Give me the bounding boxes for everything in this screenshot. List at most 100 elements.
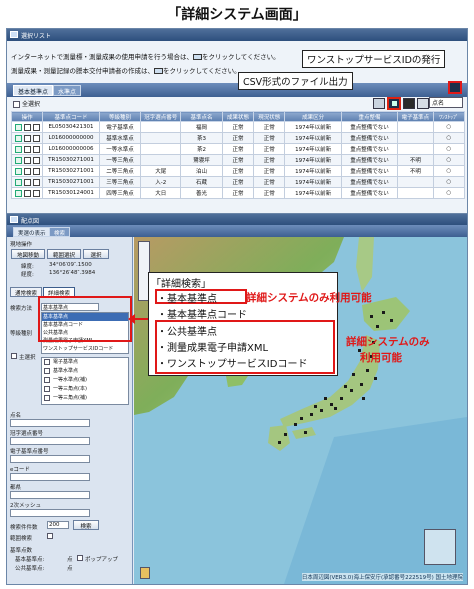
grade-item[interactable]: 一等三角点(補) [42,394,128,403]
row-check-icon[interactable] [14,167,22,175]
survey-point-marker[interactable] [300,417,303,420]
survey-point-marker[interactable] [366,369,369,372]
survey-point-marker[interactable] [304,431,307,434]
popup-checkbox[interactable] [77,555,83,561]
survey-point-marker[interactable] [382,311,385,314]
col-header[interactable]: 成果区分 [284,111,342,122]
range-select-button[interactable]: 範囲選択 [47,249,81,259]
survey-point-marker[interactable] [284,433,287,436]
ecode-input[interactable] [10,455,90,463]
survey-point-marker[interactable] [362,397,365,400]
row-doc-icon[interactable] [32,134,40,142]
dropdown-option[interactable]: ワンストップサービスIDコード [42,345,128,353]
csv-export-icon[interactable] [387,97,401,110]
col-header[interactable]: 操作 [10,111,44,122]
survey-point-marker[interactable] [350,389,353,392]
table-row[interactable]: TR15030271001 一等三角点 鷺寝坪 正常 正常 1974年以前新 重点整備でない… [10,154,466,166]
survey-point-marker[interactable] [320,409,323,412]
row-doc-icon[interactable] [32,189,40,197]
table-cell: 泊山 [180,165,223,177]
row-detail-icon[interactable] [23,123,31,131]
row-doc-icon[interactable] [32,145,40,153]
survey-point-marker[interactable] [344,385,347,388]
row-detail-icon[interactable] [23,145,31,153]
survey-point-marker[interactable] [310,413,313,416]
print-icon[interactable] [403,98,415,109]
info-line-1-text: インターネットで測量標・測量成果の使用申請を行う場合は、 [11,53,193,61]
xml-icon[interactable] [417,98,429,109]
row-detail-icon[interactable] [23,167,31,175]
mesh-input[interactable] [10,509,90,517]
table-row[interactable]: TR15030271001 二等三角点 大尾 泊山 正常 正常 1974年以前新 重点整備でな… [10,165,466,177]
row-check-icon[interactable] [14,189,22,197]
tab-search[interactable]: 検索 [49,227,71,237]
col-header[interactable]: 電子基準点 [397,111,434,122]
row-detail-icon[interactable] [23,156,31,164]
row-doc-icon[interactable] [32,156,40,164]
survey-point-marker[interactable] [278,441,281,444]
inset-map[interactable] [424,529,456,565]
survey-point-marker[interactable] [360,383,363,386]
row-doc-icon[interactable] [32,178,40,186]
crown-input[interactable] [10,437,90,445]
table-row[interactable]: TR15030271001 三等三角点 入-2 石蔵 正常 正常 1974年以前新 重点整備で… [10,176,466,188]
row-check-icon[interactable] [14,145,22,153]
ecode2-input[interactable] [10,473,90,481]
select-all-checkbox[interactable]: 全選択 [13,99,40,108]
survey-point-marker[interactable] [334,407,337,410]
grade-item[interactable]: 一等水準点(補) [42,376,128,385]
survey-point-marker[interactable] [330,403,333,406]
survey-point-marker[interactable] [376,325,379,328]
col-header[interactable]: 重点整備 [340,111,399,122]
trash-icon[interactable] [373,98,385,109]
survey-point-marker[interactable] [294,423,297,426]
row-doc-icon[interactable] [32,167,40,175]
col-header[interactable]: 成果状態 [221,111,255,122]
table-cell: ○ [432,132,466,144]
survey-point-marker[interactable] [324,397,327,400]
copy-request-icon[interactable] [154,68,163,74]
table-row[interactable]: L016000000006 一等水準点 茶2 正常 正常 1974年以前新 重点整備でない ○ [10,143,466,155]
search-button[interactable]: 検索 [73,520,99,530]
survey-point-marker[interactable] [370,315,373,318]
row-doc-icon[interactable] [32,123,40,131]
sort-select[interactable]: 点名 [429,97,463,108]
main-select-checkbox[interactable] [11,353,17,359]
apply-icon[interactable] [193,54,202,60]
survey-point-marker[interactable] [314,405,317,408]
grade-item[interactable]: 電子基準点 [42,358,128,367]
range-search-checkbox[interactable] [47,533,53,539]
row-check-icon[interactable] [14,178,22,186]
row-check-icon[interactable] [14,156,22,164]
table-row[interactable]: L016000000000 基準水準点 茶3 正常 正常 1974年以前新 重点整備でない ○ [10,132,466,144]
row-detail-icon[interactable] [23,134,31,142]
col-header[interactable]: 基準点名 [180,111,223,122]
grade-item[interactable]: 一等三角点(本) [42,385,128,394]
tab-basic-point[interactable]: 基本基準点 [13,85,54,96]
grade-item[interactable]: 基準水準点 [42,367,128,376]
onestop-id-icon[interactable] [448,81,462,94]
row-check-icon[interactable] [14,134,22,142]
search-count-select[interactable]: 200 [47,521,69,529]
survey-point-marker[interactable] [352,373,355,376]
point-name-input[interactable] [10,419,90,427]
table-row[interactable]: TR15030124001 四等三角点 大日 善光 正常 正常 1974年以前新 重点整備でな… [10,187,466,199]
row-detail-icon[interactable] [23,178,31,186]
col-header[interactable]: 基準点コード [42,111,100,122]
col-header[interactable]: 現況状態 [253,111,286,122]
checkbox-icon [44,368,50,374]
tab-level-point[interactable]: 水準点 [53,85,82,96]
table-row[interactable]: EL05030421301 電子基準点 福岡 正常 正常 1974年以前新 重点整備でない ○ [10,121,466,133]
col-header[interactable]: 冠字選点番号 [140,111,182,122]
col-header[interactable]: 等級種別 [98,111,142,122]
survey-point-marker[interactable] [374,377,377,380]
survey-point-marker[interactable] [390,319,393,322]
map-move-button[interactable]: 地図移動 [11,249,45,259]
pref-input[interactable] [10,491,90,499]
select-button[interactable]: 選択 [83,249,109,259]
survey-point-marker[interactable] [340,397,343,400]
row-check-icon[interactable] [14,123,22,131]
col-header[interactable]: ﾜﾝｽﾄｯﾌﾟ [432,111,466,122]
tab-display[interactable]: 実選の表示 [13,227,51,237]
row-detail-icon[interactable] [23,189,31,197]
